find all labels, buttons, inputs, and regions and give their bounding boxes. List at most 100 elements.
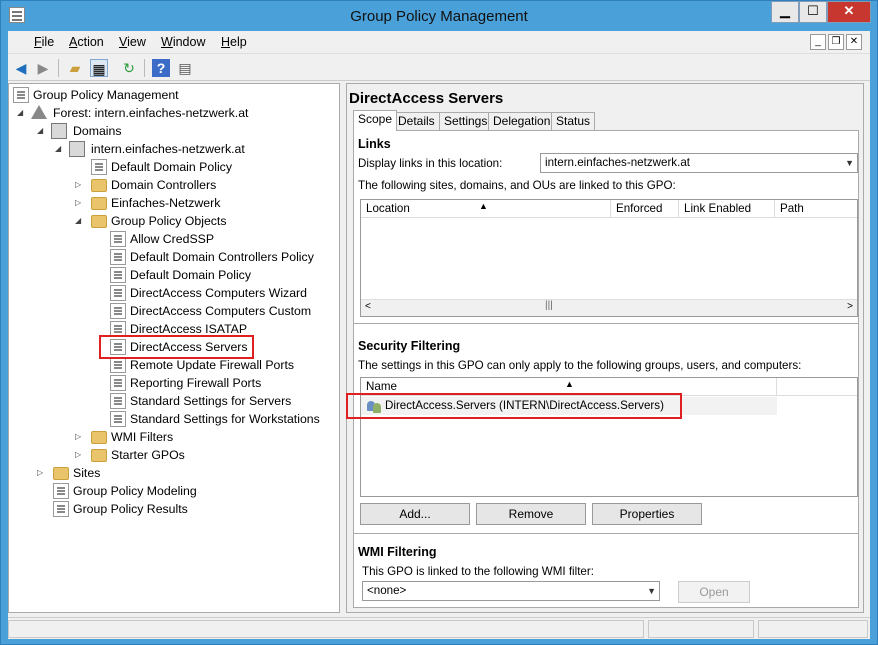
results-icon	[53, 501, 69, 517]
tree-label: Group Policy Management	[33, 88, 179, 102]
properties-button[interactable]: Properties	[592, 503, 702, 525]
tab-settings[interactable]: Settings	[439, 112, 493, 130]
tree-label: Einfaches-Netzwerk	[111, 196, 221, 210]
security-heading: Security Filtering	[358, 339, 461, 353]
tree-label: Group Policy Modeling	[73, 484, 197, 498]
show-hide-tree-icon[interactable]: ▦	[90, 59, 108, 77]
chevron-down-icon: ▼	[647, 586, 656, 596]
ou-folder-icon	[91, 179, 107, 192]
details-title: DirectAccess Servers	[349, 90, 504, 107]
menu-window-rest: indow	[172, 35, 206, 49]
scroll-right-icon[interactable]: >	[847, 301, 853, 312]
menu-window[interactable]: Window	[161, 35, 205, 49]
toolbar: ◀ ▶ ▰ ▦ ↻ ? ▤	[8, 53, 870, 81]
links-location-value: intern.einfaches-netzwerk.at	[545, 156, 690, 169]
help-icon[interactable]: ?	[152, 59, 170, 77]
links-location-dropdown[interactable]: intern.einfaches-netzwerk.at ▼	[540, 153, 858, 173]
back-arrow-icon[interactable]: ◀	[12, 59, 30, 77]
scroll-thumb-grip-icon[interactable]: |||	[545, 300, 553, 311]
gpo-icon	[110, 231, 126, 247]
wmi-filter-dropdown[interactable]: <none> ▼	[362, 581, 660, 601]
menu-file-rest: ile	[41, 35, 55, 49]
gpo-icon	[110, 375, 126, 391]
status-cell-main	[8, 620, 644, 638]
sites-icon	[53, 467, 69, 480]
tree-label: WMI Filters	[111, 430, 174, 444]
scope-tab-panel: Links Display links in this location: in…	[346, 130, 859, 608]
col-name-label: Name	[366, 380, 397, 393]
collapsed-chevron-icon[interactable]: ▷	[37, 464, 43, 482]
remove-button[interactable]: Remove	[476, 503, 586, 525]
tab-status[interactable]: Status	[551, 112, 596, 130]
menu-view-accel: V	[119, 35, 128, 49]
collapsed-chevron-icon[interactable]: ▷	[75, 194, 81, 212]
mdi-minimize-icon[interactable]: _	[810, 34, 826, 50]
up-folder-icon[interactable]: ▰	[66, 59, 84, 77]
title-bar: Group Policy Management ▁ ☐ ✕	[1, 1, 877, 31]
tree-label: Default Domain Policy	[111, 160, 232, 174]
menu-view[interactable]: View	[119, 35, 146, 49]
status-bar	[8, 617, 870, 639]
tree-label: Sites	[73, 466, 101, 480]
gpo-icon	[110, 357, 126, 373]
gpo-icon	[110, 303, 126, 319]
ou-folder-icon	[91, 197, 107, 210]
links-hscrollbar[interactable]: < ||| >	[361, 299, 857, 316]
details-pane: DirectAccess Servers Scope Details Setti…	[346, 83, 864, 613]
entry-highlight-annotation	[346, 393, 682, 419]
properties-icon[interactable]: ▤	[176, 59, 194, 77]
menu-view-rest: iew	[127, 35, 146, 49]
menu-window-accel: W	[161, 35, 173, 49]
forest-icon	[31, 105, 47, 119]
expanded-chevron-icon[interactable]: ◢	[17, 104, 23, 122]
window-title: Group Policy Management	[350, 8, 528, 25]
col-location[interactable]: Location ▲	[361, 200, 611, 218]
col-location-label: Location	[366, 202, 410, 215]
gpo-link-icon	[91, 159, 107, 175]
menu-help-rest: elp	[230, 35, 247, 49]
gpo-icon	[110, 249, 126, 265]
collapsed-chevron-icon[interactable]: ▷	[75, 176, 81, 194]
col-link-enabled[interactable]: Link Enabled	[679, 200, 775, 218]
selection-highlight-annotation	[99, 335, 254, 359]
menu-action-rest: ction	[77, 35, 104, 49]
tree-label: Standard Settings for Workstations	[130, 412, 320, 426]
wmi-filter-value: <none>	[367, 584, 407, 597]
remove-label: Remove	[508, 507, 554, 521]
col-enforced[interactable]: Enforced	[611, 200, 679, 218]
mdi-restore-icon[interactable]: ❐	[828, 34, 844, 50]
links-listview[interactable]: Location ▲ Enforced Link Enabled Path < |…	[360, 199, 858, 317]
maximize-button[interactable]: ☐	[799, 1, 827, 23]
menu-help-accel: H	[221, 35, 231, 49]
expanded-chevron-icon[interactable]: ◢	[37, 122, 43, 140]
forward-arrow-icon[interactable]: ▶	[34, 59, 52, 77]
section-divider	[354, 533, 858, 534]
tab-delegation[interactable]: Delegation	[488, 112, 556, 130]
collapsed-chevron-icon[interactable]: ▷	[75, 446, 81, 464]
tree-label: Domain Controllers	[111, 178, 217, 192]
refresh-icon[interactable]: ↻	[120, 59, 138, 77]
section-divider	[354, 323, 858, 324]
collapsed-chevron-icon[interactable]: ▷	[75, 428, 81, 446]
expanded-chevron-icon[interactable]: ◢	[55, 140, 61, 158]
open-button[interactable]: Open	[678, 581, 750, 603]
menu-bar: File Action View Window Help _ ❐ ✕	[8, 31, 870, 53]
links-header: Location ▲ Enforced Link Enabled Path	[361, 200, 857, 218]
scroll-left-icon[interactable]: <	[365, 301, 371, 312]
add-button[interactable]: Add...	[360, 503, 470, 525]
tab-details[interactable]: Details	[393, 112, 440, 130]
starter-folder-icon	[91, 449, 107, 462]
gpo-icon	[110, 411, 126, 427]
close-button[interactable]: ✕	[827, 1, 871, 23]
menu-help[interactable]: Help	[221, 35, 247, 49]
toolbar-separator	[144, 59, 145, 77]
col-path[interactable]: Path	[775, 200, 857, 218]
expanded-chevron-icon[interactable]: ◢	[75, 212, 81, 230]
menu-action[interactable]: Action	[69, 35, 104, 49]
minimize-button[interactable]: ▁	[771, 1, 799, 23]
status-cell	[648, 620, 754, 638]
tab-scope[interactable]: Scope	[353, 110, 398, 131]
menu-file[interactable]: File	[34, 35, 54, 49]
tree-label: Group Policy Objects	[111, 214, 227, 228]
mdi-close-icon[interactable]: ✕	[846, 34, 862, 50]
